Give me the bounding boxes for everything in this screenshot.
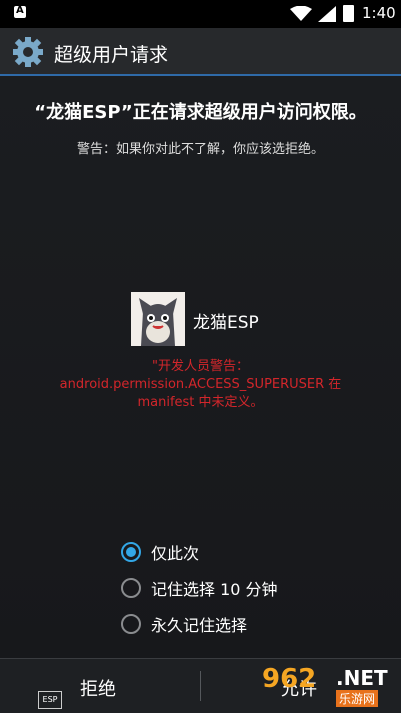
option-label: 永久记住选择 <box>151 616 248 635</box>
battery-charging-icon <box>343 5 354 22</box>
developer-warning: "开发人员警告： android.permission.ACCESS_SUPER… <box>20 358 381 412</box>
radio-button-checked[interactable] <box>121 542 141 562</box>
action-bar: 超级用户请求 <box>0 28 401 76</box>
radio-button[interactable] <box>121 614 141 634</box>
watermark-sub: 乐游网 <box>336 690 379 707</box>
deny-label: 拒绝 <box>80 679 116 700</box>
page-title: 超级用户请求 <box>54 44 169 66</box>
gear-icon <box>13 37 43 67</box>
request-warning: 警告：如果你对此不了解，你应该选拒绝。 <box>76 142 324 157</box>
request-content: “龙猫ESP”正在请求超级用户访问权限。 警告：如果你对此不了解，你应该选拒绝。… <box>0 76 401 658</box>
watermark-number: 962 <box>262 664 317 694</box>
radio-button[interactable] <box>121 578 141 598</box>
wifi-icon <box>290 6 312 21</box>
developer-warning-line: "开发人员警告： <box>152 359 249 374</box>
esp-chip-icon: ESP <box>38 691 62 709</box>
option-label: 记住选择 10 分钟 <box>151 580 278 599</box>
status-time: 1:40 <box>362 4 396 22</box>
developer-warning-line: android.permission.ACCESS_SUPERUSER 在 <box>59 377 342 392</box>
request-heading: “龙猫ESP”正在请求超级用户访问权限。 <box>34 102 367 123</box>
status-bar: 1:40 <box>0 0 401 28</box>
watermark-net: .NET <box>336 666 388 690</box>
option-label: 仅此次 <box>151 544 200 563</box>
watermark-logo: 962 .NET 乐游网 <box>262 662 398 710</box>
deny-button[interactable]: 拒绝 ESP <box>0 659 200 713</box>
developer-warning-line: manifest 中未定义。 <box>137 395 264 410</box>
app-name: 龙猫ESP <box>193 313 259 333</box>
signal-icon <box>318 6 336 22</box>
app-avatar-icon <box>131 292 185 346</box>
a-box-icon <box>14 5 26 18</box>
